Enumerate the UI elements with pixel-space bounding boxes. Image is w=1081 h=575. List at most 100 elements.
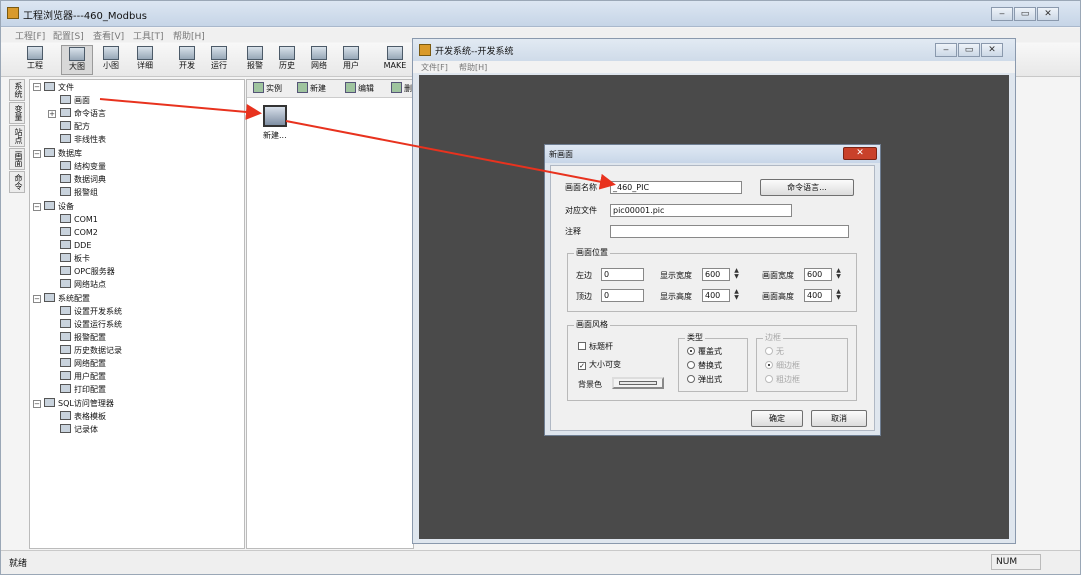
tree-node-user-cfg[interactable]: 用户配置 — [60, 371, 106, 382]
left-input[interactable]: 0 — [601, 268, 644, 281]
toolbar-large-icons-button[interactable]: 大图 — [61, 45, 93, 75]
tree-node-opc[interactable]: OPC服务器 — [60, 266, 115, 277]
tree-node-cmd-lang[interactable]: 命令语言 — [60, 108, 106, 119]
tree-node-database[interactable]: 数据库 — [44, 148, 82, 159]
dev-menu-help[interactable]: 帮助[H] — [459, 62, 487, 73]
new-picture-label[interactable]: 新建... — [263, 130, 287, 141]
cancel-button[interactable]: 取消 — [811, 410, 867, 427]
picture-width-input[interactable]: 600 — [804, 268, 832, 281]
picture-height-input[interactable]: 400 — [804, 289, 832, 302]
collapse-sysconfig-toggle[interactable]: − — [33, 295, 41, 303]
toolbar-develop-button[interactable]: 开发 — [171, 45, 203, 75]
menu-view[interactable]: 查看[V] — [93, 29, 124, 42]
resizable-checkbox[interactable]: ✓ 大小可变 — [578, 360, 621, 370]
toolbar-small-icons-button[interactable]: 小图 — [95, 45, 127, 75]
picture-width-spinner[interactable]: ▲ ▼ — [834, 268, 843, 281]
tree-node-struct-var[interactable]: 结构变量 — [60, 161, 106, 172]
tree-node-device[interactable]: 设备 — [44, 201, 74, 212]
type-popup-radio[interactable]: 弹出式 — [687, 375, 722, 385]
overlay-radio-dot[interactable] — [687, 347, 695, 355]
tree-node-net-station[interactable]: 网络站点 — [60, 279, 106, 290]
dev-close-button[interactable]: ✕ — [981, 43, 1003, 57]
toolbar-details-button[interactable]: 详细 — [129, 45, 161, 75]
display-height-spinner[interactable]: ▲ ▼ — [732, 289, 741, 302]
tree-node-com2[interactable]: COM2 — [60, 227, 98, 238]
command-language-button[interactable]: 命令语言... — [760, 179, 854, 196]
instance-button[interactable]: 实例 — [253, 82, 282, 96]
tree-node-file[interactable]: 文件 — [44, 82, 74, 93]
titlebar-checkbox[interactable]: 标题杆 — [578, 342, 613, 352]
new-button[interactable]: 新建 — [297, 82, 326, 96]
dev-maximize-button[interactable]: ▭ — [958, 43, 980, 57]
type-overlay-radio[interactable]: 覆盖式 — [687, 347, 722, 357]
collapse-device-toggle[interactable]: − — [33, 203, 41, 211]
tree-node-sql-mgr[interactable]: SQL访问管理器 — [44, 398, 114, 409]
tree-node-hist-rec[interactable]: 历史数据记录 — [60, 345, 122, 356]
top-input[interactable]: 0 — [601, 289, 644, 302]
recipe-icon — [60, 121, 71, 130]
titlebar-check-box[interactable] — [578, 342, 586, 350]
tree-node-data-dict[interactable]: 数据词典 — [60, 174, 106, 185]
edit-button[interactable]: 编辑 — [345, 82, 374, 96]
collapse-database-toggle[interactable]: − — [33, 150, 41, 158]
tree-node-dev-sys[interactable]: 设置开发系统 — [60, 306, 122, 317]
minimize-button[interactable]: ‒ — [991, 7, 1013, 21]
tree-node-table-tpl[interactable]: 表格模板 — [60, 411, 106, 422]
dev-menu-file[interactable]: 文件[F] — [421, 62, 448, 73]
menu-project[interactable]: 工程[F] — [15, 29, 45, 42]
menu-config[interactable]: 配置[S] — [53, 29, 84, 42]
printer-icon — [60, 384, 71, 393]
tree-node-net-cfg[interactable]: 网络配置 — [60, 358, 106, 369]
tree-node-sys-config[interactable]: 系统配置 — [44, 293, 90, 304]
close-button[interactable]: ✕ — [1037, 7, 1059, 21]
picture-height-spinner[interactable]: ▲ ▼ — [834, 289, 843, 302]
expand-cmd-toggle[interactable]: + — [48, 110, 56, 118]
dev-app-icon — [419, 44, 431, 56]
side-tab-station[interactable]: 站点 — [9, 125, 25, 147]
tree-node-alarm-cfg[interactable]: 报警配置 — [60, 332, 106, 343]
note-input[interactable] — [610, 225, 849, 238]
toolbar-history-button[interactable]: 历史 — [271, 45, 303, 75]
toolbar-network-button[interactable]: 网络 — [303, 45, 335, 75]
dialog-close-button[interactable]: ✕ — [843, 147, 877, 160]
maximize-button[interactable]: ▭ — [1014, 7, 1036, 21]
run-sys-icon — [60, 319, 71, 328]
file-input[interactable]: pic00001.pic — [610, 204, 792, 217]
display-height-input[interactable]: 400 — [702, 289, 730, 302]
ok-button[interactable]: 确定 — [751, 410, 803, 427]
resizable-check-box[interactable]: ✓ — [578, 362, 586, 370]
toolbar-run-button[interactable]: 运行 — [203, 45, 235, 75]
popup-radio-dot[interactable] — [687, 375, 695, 383]
bgcolor-swatch-button[interactable] — [612, 377, 664, 389]
tree-node-alarm-group[interactable]: 报警组 — [60, 187, 98, 198]
tree-node-run-sys[interactable]: 设置运行系统 — [60, 319, 122, 330]
display-width-input[interactable]: 600 — [702, 268, 730, 281]
tree-node-board[interactable]: 板卡 — [60, 253, 90, 264]
tree-node-recipe[interactable]: 配方 — [60, 121, 90, 132]
side-tab-picture[interactable]: 画面 — [9, 148, 25, 170]
replace-radio-dot[interactable] — [687, 361, 695, 369]
picture-name-input[interactable]: _460_PIC — [610, 181, 742, 194]
tree-node-print-cfg[interactable]: 打印配置 — [60, 384, 106, 395]
toolbar-make-button[interactable]: MAKE — [379, 45, 411, 75]
menu-help[interactable]: 帮助[H] — [173, 29, 205, 42]
toolbar-project-button[interactable]: 工程 — [19, 45, 51, 75]
tree-node-nonlinear-table[interactable]: 非线性表 — [60, 134, 106, 145]
collapse-file-toggle[interactable]: − — [33, 83, 41, 91]
toolbar-user-button[interactable]: 用户 — [335, 45, 367, 75]
side-tab-variable[interactable]: 变量 — [9, 102, 25, 124]
side-tab-system[interactable]: 系统 — [9, 79, 25, 101]
tree-node-picture[interactable]: 画面 — [60, 95, 90, 106]
tree-node-dde[interactable]: DDE — [60, 240, 91, 251]
delete-button[interactable]: 删 — [391, 82, 412, 96]
menu-tools[interactable]: 工具[T] — [133, 29, 164, 42]
toolbar-alarm-button[interactable]: 报警 — [239, 45, 271, 75]
tree-node-com1[interactable]: COM1 — [60, 214, 98, 225]
collapse-sql-toggle[interactable]: − — [33, 400, 41, 408]
dev-minimize-button[interactable]: ‒ — [935, 43, 957, 57]
type-replace-radio[interactable]: 替换式 — [687, 361, 722, 371]
side-tab-command[interactable]: 命令 — [9, 171, 25, 193]
new-picture-icon[interactable] — [263, 105, 287, 127]
display-width-spinner[interactable]: ▲ ▼ — [732, 268, 741, 281]
tree-node-record-set[interactable]: 记录体 — [60, 424, 98, 435]
